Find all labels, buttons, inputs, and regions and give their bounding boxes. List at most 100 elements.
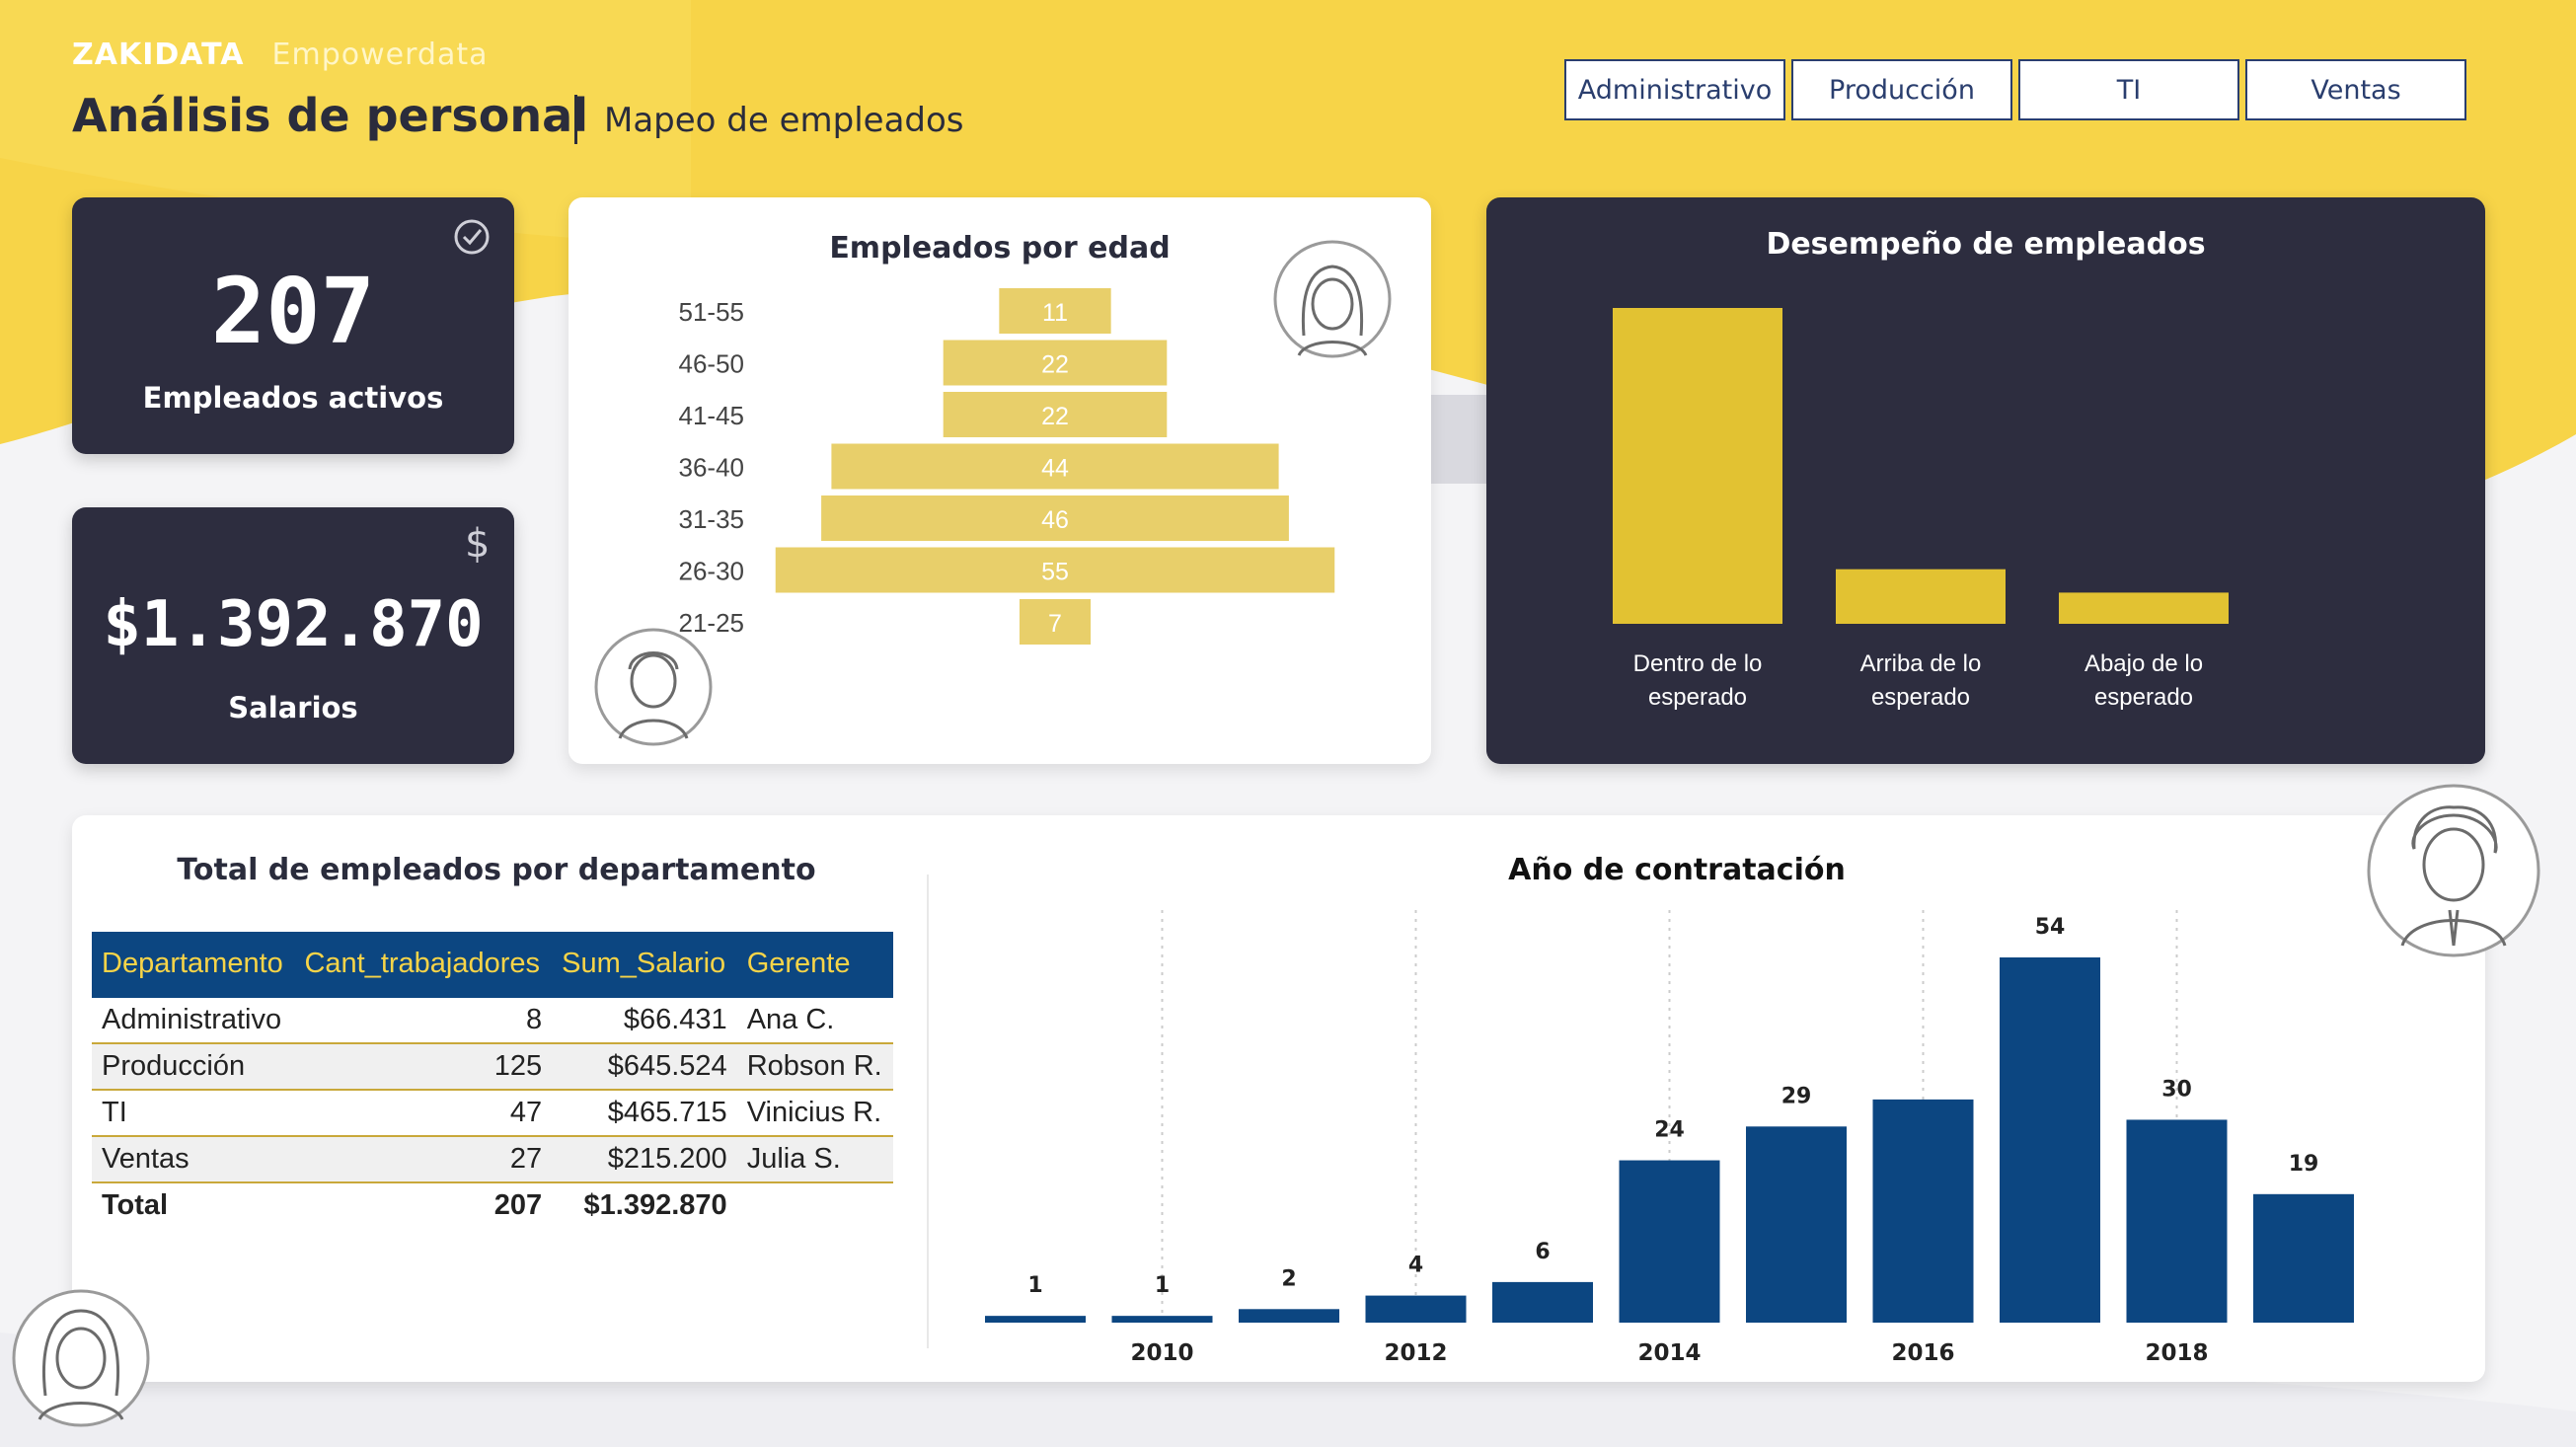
kpi-card-salaries: $ $1.392.870 Salarios xyxy=(72,507,514,764)
kpi-salaries-label: Salarios xyxy=(228,691,358,724)
column-header[interactable]: Sum_Salario xyxy=(552,932,737,998)
hire-data-label: 29 xyxy=(1781,1084,1812,1108)
filter-button-administrativo[interactable]: Administrativo xyxy=(1564,59,1785,120)
age-tick-label: 21-25 xyxy=(679,608,745,638)
kpi-card-active-employees: 207 Empleados activos xyxy=(72,197,514,454)
table-cell: Producción xyxy=(92,1043,295,1091)
filter-button-ti[interactable]: TI xyxy=(2018,59,2239,120)
age-tick-label: 51-55 xyxy=(679,297,745,327)
age-data-label: 22 xyxy=(1041,403,1069,430)
table-cell: $465.715 xyxy=(552,1090,737,1137)
table-cell: TI xyxy=(92,1090,295,1137)
hire-data-label: 30 xyxy=(2161,1077,2192,1102)
table-cell: 125 xyxy=(294,1043,553,1091)
performance-bar[interactable] xyxy=(1836,569,2006,624)
table-cell: $1.392.870 xyxy=(583,1189,727,1221)
age-data-label: 7 xyxy=(1048,610,1062,638)
performance-bar[interactable] xyxy=(2059,592,2229,624)
column-header[interactable]: Cant_trabajadores xyxy=(294,932,553,998)
hire-data-label: 1 xyxy=(1027,1273,1042,1298)
brand-logo: ZAKIDATA Empowerdata xyxy=(72,38,489,72)
performance-tick-label: esperado xyxy=(1871,684,1970,711)
performance-bar[interactable] xyxy=(1613,308,1782,624)
hire-bar[interactable] xyxy=(1746,1126,1847,1323)
hire-bar[interactable] xyxy=(1492,1281,1593,1323)
hire-data-label: 54 xyxy=(2035,915,2066,940)
age-tick-label: 36-40 xyxy=(679,453,745,483)
column-header[interactable]: Gerente xyxy=(736,932,893,998)
performance-tick-label: Dentro de lo xyxy=(1633,650,1763,677)
age-tick-label: 31-35 xyxy=(679,504,745,534)
hire-bar[interactable] xyxy=(1239,1309,1339,1323)
table-cell: 207 xyxy=(493,1189,543,1221)
man-curly-avatar-icon xyxy=(2367,784,2540,957)
hire-data-label: 4 xyxy=(1408,1254,1423,1278)
woman-bottom-avatar-icon xyxy=(12,1289,150,1427)
table-cell: 47 xyxy=(294,1090,553,1137)
table-row[interactable]: Administrativo 8 $66.431 Ana C. xyxy=(92,996,893,1044)
hire-data-label: 24 xyxy=(1654,1118,1685,1143)
age-data-label: 11 xyxy=(1042,299,1068,327)
kpi-active-value: 207 xyxy=(210,259,376,364)
age-data-label: 46 xyxy=(1041,506,1069,534)
table-cell: $66.431 xyxy=(552,996,737,1044)
age-chart: 51-55 11 46-50 22 41-45 22 36-40 44 31-35 46 26-30… xyxy=(594,240,1392,746)
hire-data-label: 2 xyxy=(1281,1266,1296,1291)
department-table: Departamento Cant_trabajadores Sum_Salar… xyxy=(92,932,893,1228)
table-cell: Total xyxy=(102,1189,169,1221)
hire-bar[interactable] xyxy=(2000,957,2100,1323)
hire-bar[interactable] xyxy=(1111,1316,1213,1323)
department-table-title: Total de empleados por departamento xyxy=(177,853,816,887)
age-tick-label: 26-30 xyxy=(679,557,745,586)
table-cell: Julia S. xyxy=(736,1136,893,1183)
performance-tick-label: Abajo de lo xyxy=(2084,650,2203,677)
filter-button-ventas[interactable]: Ventas xyxy=(2245,59,2466,120)
table-cell: Robson R. xyxy=(736,1043,893,1091)
hire-data-label: 1 xyxy=(1155,1273,1170,1298)
check-circle-icon xyxy=(454,219,490,255)
hire-data-label: 19 xyxy=(2289,1152,2319,1177)
hire-tick-label: 2010 xyxy=(1130,1340,1193,1366)
hire-bar[interactable] xyxy=(1619,1160,1720,1323)
hire-tick-label: 2014 xyxy=(1637,1340,1701,1366)
table-cell: $215.200 xyxy=(552,1136,737,1183)
table-cell: Ventas xyxy=(92,1136,295,1183)
table-row[interactable]: TI 47 $465.715 Vinicius R. xyxy=(92,1090,893,1137)
hire-tick-label: 2012 xyxy=(1384,1340,1447,1366)
table-row[interactable]: Ventas 27 $215.200 Julia S. xyxy=(92,1136,893,1183)
hire-tick-label: 2016 xyxy=(1891,1340,1954,1366)
table-total-row: Total 207 $1.392.870 xyxy=(92,1182,893,1228)
filter-button-produccion[interactable]: Producción xyxy=(1791,59,2012,120)
hire-bar[interactable] xyxy=(2253,1193,2354,1323)
column-header[interactable]: Departamento xyxy=(92,932,295,998)
age-data-label: 55 xyxy=(1041,559,1069,586)
hire-bar[interactable] xyxy=(1365,1295,1467,1323)
kpi-active-label: Empleados activos xyxy=(142,381,444,415)
performance-tick-label: esperado xyxy=(1648,684,1747,711)
table-row[interactable]: Producción 125 $645.524 Robson R. xyxy=(92,1043,893,1091)
page-title: Análisis de personal xyxy=(72,89,588,142)
performance-tick-label: Arriba de lo xyxy=(1860,650,1982,677)
performance-chart: Dentro de lo esperado Arriba de lo esperado… xyxy=(1613,308,2229,711)
age-chart-card: Empleados por edad 51-55 11 46-50 22 41-45 22… xyxy=(568,197,1431,764)
hire-bar[interactable] xyxy=(985,1316,1086,1323)
performance-chart-card: Desempeño de empleados Dentro de lo esper… xyxy=(1486,197,2485,764)
table-cell: Administrativo xyxy=(92,996,295,1044)
kpi-salaries-value: $1.392.870 xyxy=(103,588,484,661)
hire-year-chart: 1 2010 1 2 2012 4 6 2014 24 29 2016 54 2018 30 19 xyxy=(985,910,2354,1366)
table-cell: 27 xyxy=(294,1136,553,1183)
hire-chart-title: Año de contratación xyxy=(1508,853,1846,887)
table-cell: 8 xyxy=(294,996,553,1044)
hire-bar[interactable] xyxy=(2126,1119,2228,1323)
performance-tick-label: esperado xyxy=(2094,684,2193,711)
table-cell: $645.524 xyxy=(552,1043,737,1091)
table-cell: Vinicius R. xyxy=(736,1090,893,1137)
woman-avatar-icon xyxy=(1273,240,1392,358)
page-subtitle: Mapeo de empleados xyxy=(604,101,964,140)
dollar-icon: $ xyxy=(465,521,491,567)
table-cell: Ana C. xyxy=(736,996,893,1044)
age-tick-label: 46-50 xyxy=(679,349,745,379)
age-data-label: 44 xyxy=(1041,455,1069,483)
age-tick-label: 41-45 xyxy=(679,401,745,430)
hire-bar[interactable] xyxy=(1872,1099,1974,1323)
